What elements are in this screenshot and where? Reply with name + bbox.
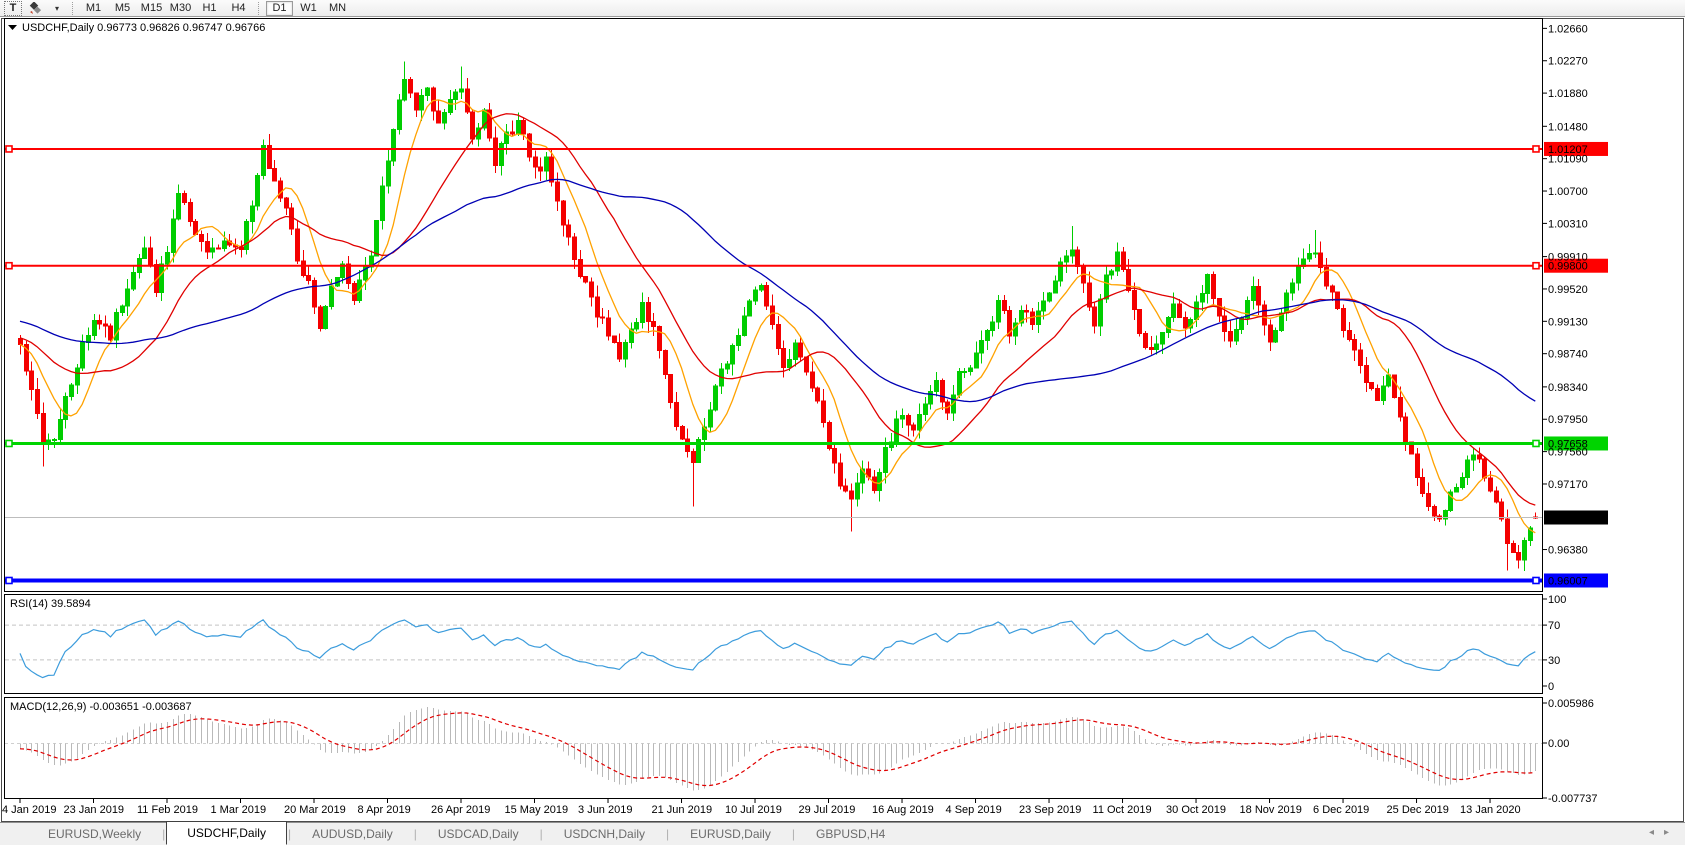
toolbar-separator	[72, 2, 74, 15]
svg-text:0.97950: 0.97950	[1548, 414, 1588, 426]
svg-text:0.00: 0.00	[1548, 738, 1569, 750]
svg-text:30 Oct 2019: 30 Oct 2019	[1166, 804, 1226, 816]
svg-text:0.98740: 0.98740	[1548, 349, 1588, 361]
svg-text:0.96380: 0.96380	[1548, 545, 1588, 557]
svg-text:11 Feb 2019: 11 Feb 2019	[137, 804, 198, 816]
chart-tab-gbpusd-h4[interactable]: GBPUSD,H4	[796, 824, 905, 845]
timeframe-button-w1[interactable]: W1	[295, 1, 322, 16]
svg-text:0.99130: 0.99130	[1548, 316, 1588, 328]
svg-text:0.96766: 0.96766	[1548, 513, 1588, 525]
svg-text:23 Jan 2019: 23 Jan 2019	[64, 804, 125, 816]
svg-text:1.00700: 1.00700	[1548, 186, 1588, 198]
macd-label: MACD(12,26,9) -0.003651 -0.003687	[10, 701, 192, 713]
svg-text:11 Oct 2019: 11 Oct 2019	[1093, 804, 1152, 816]
svg-text:0.99520: 0.99520	[1548, 284, 1588, 296]
svg-text:16 Aug 2019: 16 Aug 2019	[872, 804, 934, 816]
tabs-container: EURUSD,Weekly|USDCHF,Daily|AUDUSD,Daily|…	[28, 823, 905, 845]
svg-text:-0.007737: -0.007737	[1548, 793, 1598, 805]
tab-scroll-arrows[interactable]: ◂▸	[1649, 827, 1679, 838]
chart-canvas[interactable]: 1.012070.998000.976580.960070.967661.026…	[0, 0, 1685, 845]
timeframe-button-m30[interactable]: M30	[167, 1, 194, 16]
svg-text:1.00310: 1.00310	[1548, 218, 1588, 230]
tab-scroll-left-icon[interactable]: ◂	[1649, 827, 1664, 838]
svg-text:8 Apr 2019: 8 Apr 2019	[358, 804, 411, 816]
svg-text:0: 0	[1548, 681, 1554, 693]
svg-text:1.01090: 1.01090	[1548, 154, 1588, 166]
svg-text:23 Sep 2019: 23 Sep 2019	[1019, 804, 1081, 816]
chart-tab-usdcnh-daily[interactable]: USDCNH,Daily	[544, 824, 665, 845]
svg-text:1.02270: 1.02270	[1548, 56, 1588, 68]
svg-text:15 May 2019: 15 May 2019	[505, 804, 569, 816]
svg-text:26 Apr 2019: 26 Apr 2019	[431, 804, 490, 816]
text-tool-button[interactable]: T	[4, 1, 22, 16]
chart-tab-audusd-daily[interactable]: AUDUSD,Daily	[292, 824, 413, 845]
timeframe-button-h1[interactable]: H1	[196, 1, 223, 16]
svg-text:3 Jun 2019: 3 Jun 2019	[578, 804, 632, 816]
timeframe-button-mn[interactable]: MN	[324, 1, 351, 16]
timeframe-group: M1M5M15M30H1H4 D1W1MN	[79, 1, 352, 16]
chart-title: USDCHF,Daily 0.96773 0.96826 0.96747 0.9…	[8, 22, 265, 34]
svg-text:29 Jul 2019: 29 Jul 2019	[799, 804, 856, 816]
svg-text:0.98340: 0.98340	[1548, 382, 1588, 394]
timeframe-button-m5[interactable]: M5	[109, 1, 136, 16]
chart-tab-eurusd-daily[interactable]: EURUSD,Daily	[670, 824, 791, 845]
chart-tab-usdcad-daily[interactable]: USDCAD,Daily	[418, 824, 539, 845]
svg-text:0.005986: 0.005986	[1548, 698, 1594, 710]
svg-text:4 Sep 2019: 4 Sep 2019	[946, 804, 1002, 816]
svg-text:1 Mar 2019: 1 Mar 2019	[211, 804, 267, 816]
timeframe-button-m15[interactable]: M15	[138, 1, 165, 16]
timeframe-button-d1[interactable]: D1	[266, 1, 293, 16]
rsi-label: RSI(14) 39.5894	[10, 598, 91, 610]
styles-icon	[28, 2, 42, 15]
svg-text:0.97560: 0.97560	[1548, 447, 1588, 459]
chart-tab-usdchf-daily[interactable]: USDCHF,Daily	[166, 821, 287, 845]
chevron-down-icon[interactable]: ▾	[48, 1, 66, 16]
svg-text:1.01880: 1.01880	[1548, 88, 1588, 100]
svg-text:18 Nov 2019: 18 Nov 2019	[1240, 804, 1302, 816]
svg-text:0.97170: 0.97170	[1548, 479, 1588, 491]
panel-border	[5, 698, 1543, 799]
svg-text:13 Jan 2020: 13 Jan 2020	[1460, 804, 1521, 816]
svg-text:1.01480: 1.01480	[1548, 121, 1588, 133]
tab-scroll-right-icon[interactable]: ▸	[1664, 827, 1679, 838]
svg-text:70: 70	[1548, 620, 1560, 632]
svg-text:10 Jul 2019: 10 Jul 2019	[725, 804, 782, 816]
mt4-window: { "toolbar": { "text_tool": "T", "styles…	[0, 0, 1685, 845]
chart-tab-eurusd-weekly[interactable]: EURUSD,Weekly	[28, 824, 161, 845]
panel-border	[5, 595, 1543, 694]
timeframe-button-h4[interactable]: H4	[225, 1, 252, 16]
svg-text:1.02660: 1.02660	[1548, 23, 1588, 35]
svg-text:4 Jan 2019: 4 Jan 2019	[2, 804, 56, 816]
svg-text:0.99910: 0.99910	[1548, 252, 1588, 264]
panel-border	[5, 19, 1543, 592]
svg-text:30: 30	[1548, 655, 1560, 667]
toolbar: T ▾ M1M5M15M30H1H4 D1W1MN	[0, 0, 1685, 17]
timeframe-button-m1[interactable]: M1	[80, 1, 107, 16]
svg-text:100: 100	[1548, 594, 1566, 606]
styles-palette-icon[interactable]	[24, 1, 46, 16]
svg-text:25 Dec 2019: 25 Dec 2019	[1387, 804, 1449, 816]
svg-text:21 Jun 2019: 21 Jun 2019	[652, 804, 713, 816]
svg-text:USDCHF,Daily 0.96773 0.96826 0: USDCHF,Daily 0.96773 0.96826 0.96747 0.9…	[22, 22, 265, 34]
svg-text:6 Dec 2019: 6 Dec 2019	[1313, 804, 1369, 816]
svg-text:20 Mar 2019: 20 Mar 2019	[284, 804, 346, 816]
chart-tab-bar: EURUSD,Weekly|USDCHF,Daily|AUDUSD,Daily|…	[0, 822, 1685, 845]
svg-text:0.96007: 0.96007	[1548, 575, 1588, 587]
